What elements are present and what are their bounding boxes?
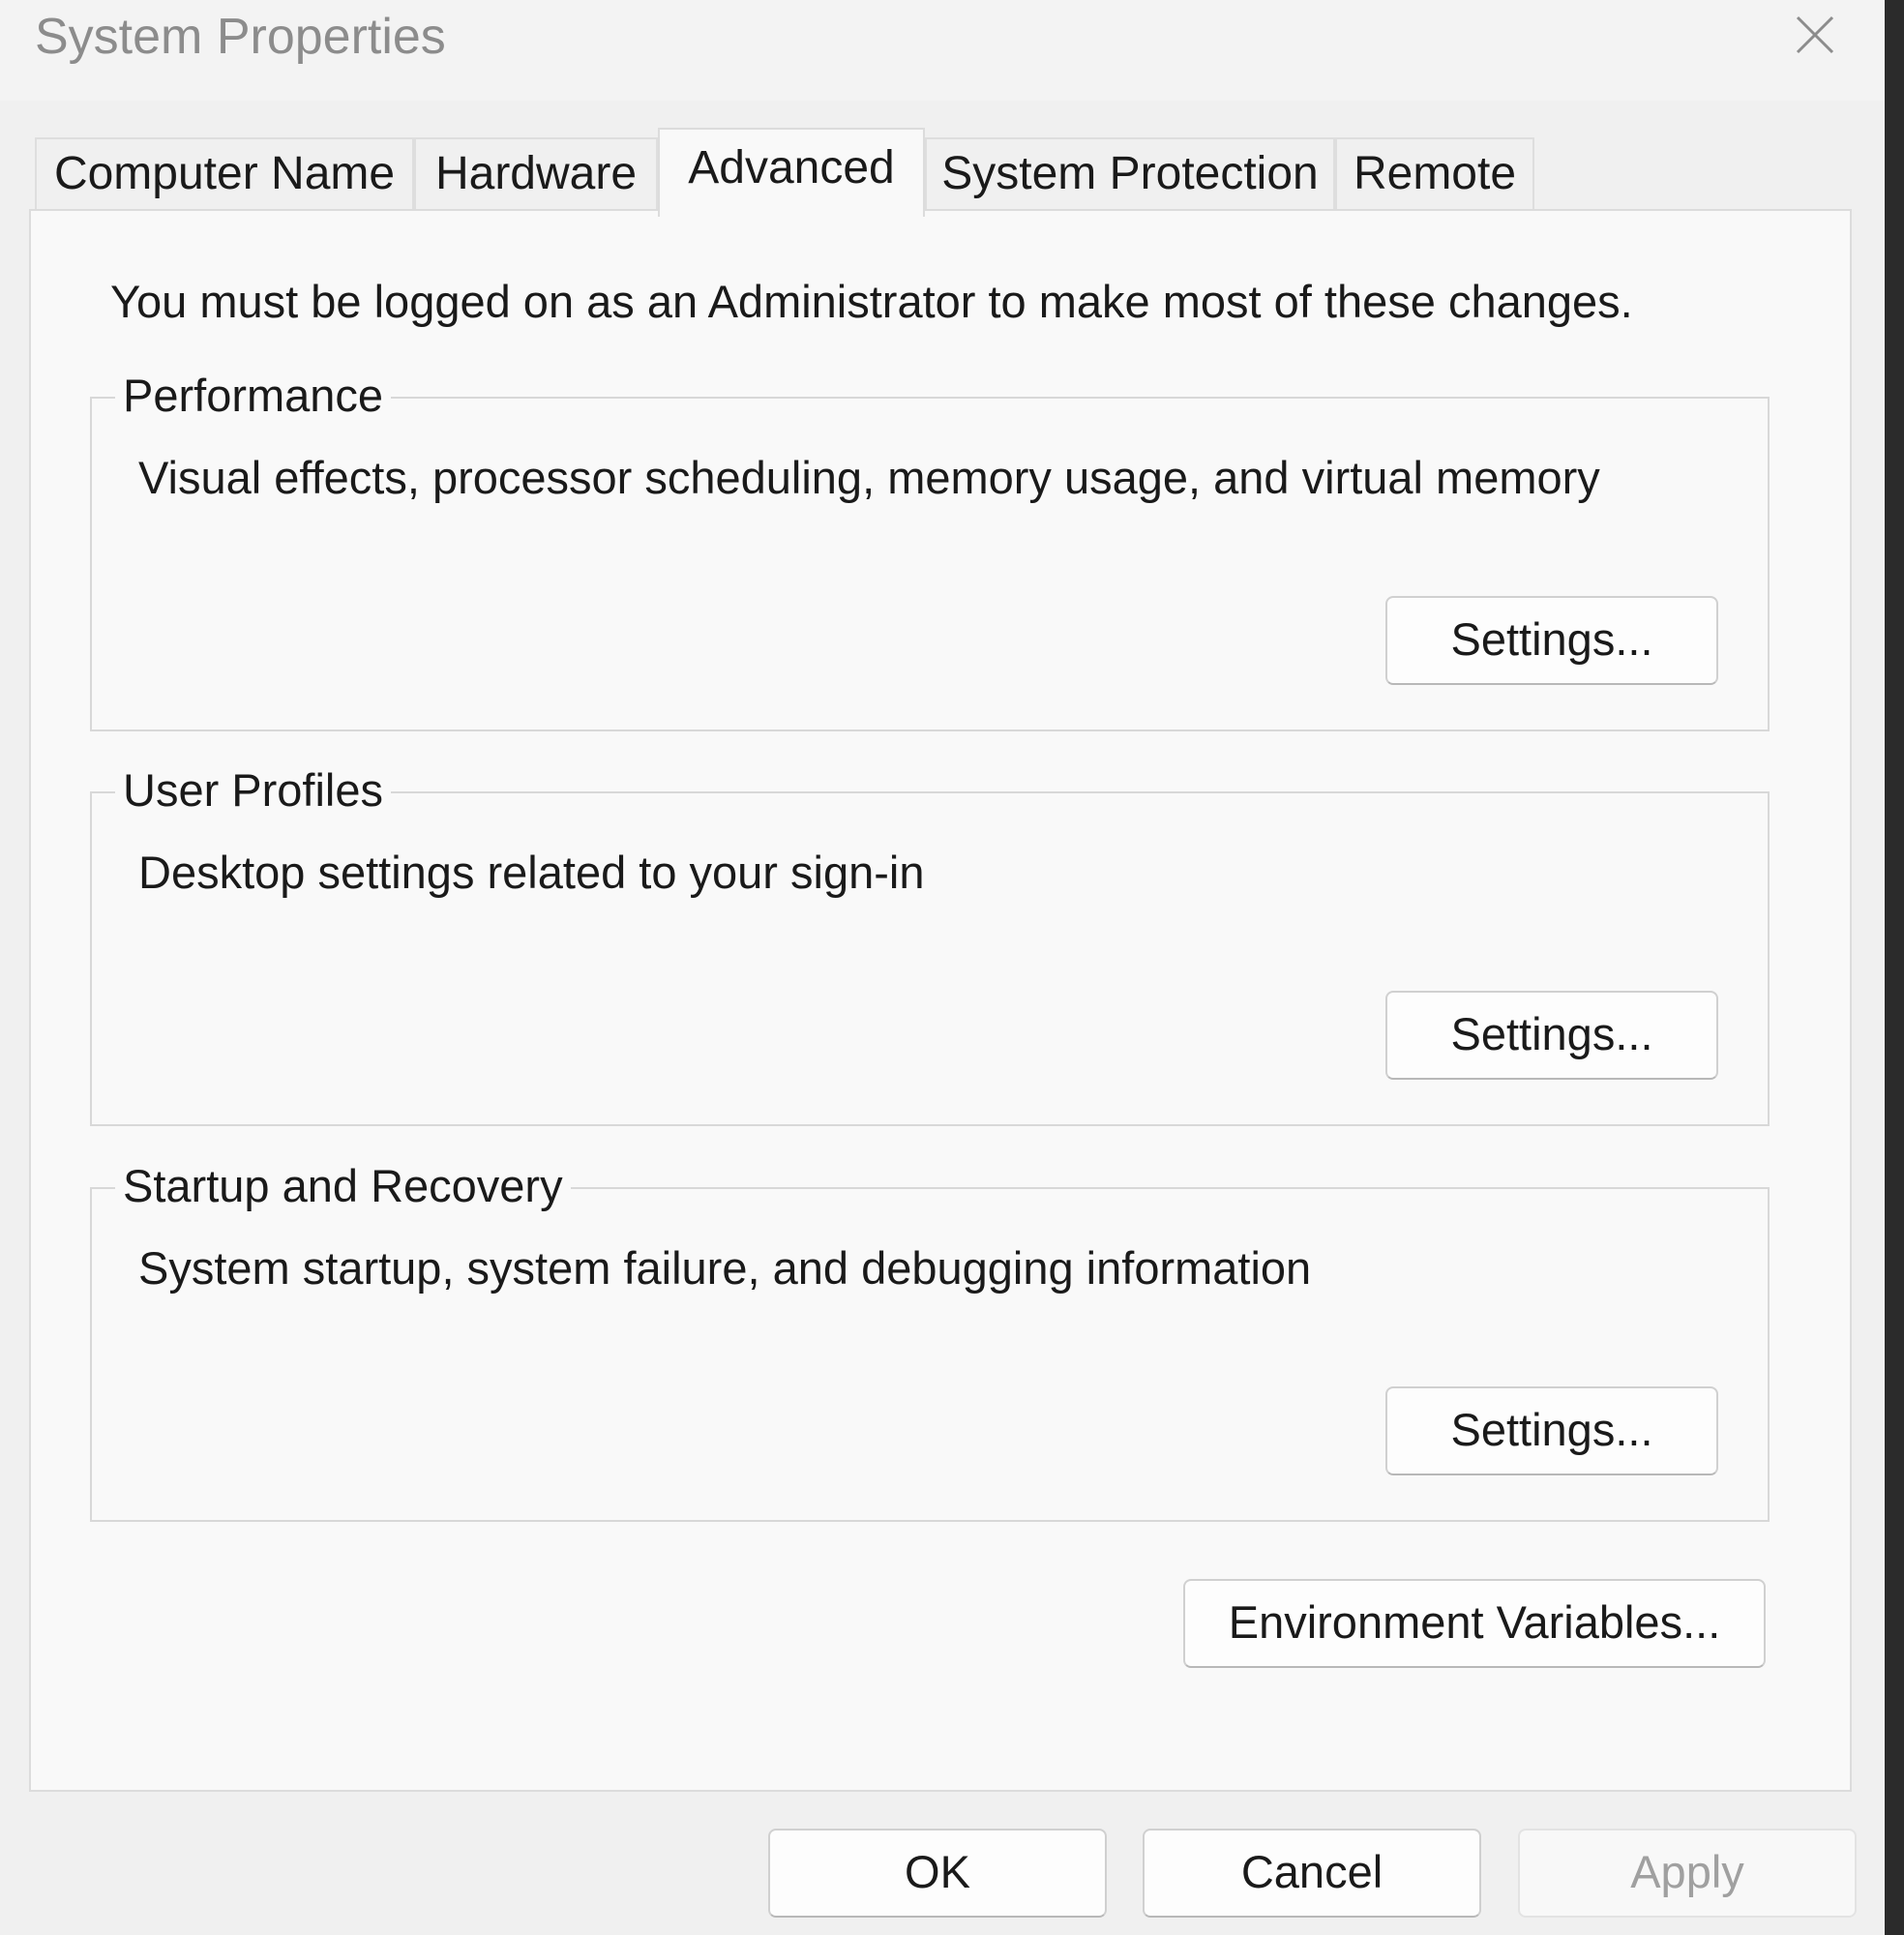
window-edge <box>1885 0 1904 1935</box>
system-properties-dialog: System Properties Computer Name Hardware… <box>0 0 1885 1935</box>
close-icon <box>1796 15 1834 54</box>
admin-notice: You must be logged on as an Administrato… <box>110 276 1633 327</box>
startup-recovery-group: Startup and Recovery System startup, sys… <box>90 1156 1770 1522</box>
cancel-button[interactable]: Cancel <box>1143 1829 1481 1918</box>
performance-group-title: Performance <box>115 366 392 426</box>
tab-remote[interactable]: Remote <box>1335 137 1534 211</box>
apply-button: Apply <box>1518 1829 1857 1918</box>
tab-computer-name[interactable]: Computer Name <box>35 137 414 211</box>
tab-hardware[interactable]: Hardware <box>414 137 658 211</box>
tab-system-protection[interactable]: System Protection <box>925 137 1335 211</box>
ok-button[interactable]: OK <box>768 1829 1107 1918</box>
tab-advanced[interactable]: Advanced <box>658 128 925 217</box>
user-profiles-group-title: User Profiles <box>115 760 392 820</box>
performance-description: Visual effects, processor scheduling, me… <box>138 452 1600 503</box>
environment-variables-button[interactable]: Environment Variables... <box>1183 1579 1766 1668</box>
title-bar: System Properties <box>0 0 1885 101</box>
window-title: System Properties <box>35 9 446 65</box>
performance-group: Performance Visual effects, processor sc… <box>90 366 1770 731</box>
startup-recovery-settings-button[interactable]: Settings... <box>1385 1386 1718 1475</box>
user-profiles-settings-button[interactable]: Settings... <box>1385 991 1718 1080</box>
user-profiles-description: Desktop settings related to your sign-in <box>138 847 925 898</box>
user-profiles-group: User Profiles Desktop settings related t… <box>90 760 1770 1126</box>
startup-recovery-group-title: Startup and Recovery <box>115 1156 571 1216</box>
performance-settings-button[interactable]: Settings... <box>1385 596 1718 685</box>
close-button[interactable] <box>1772 0 1858 70</box>
startup-recovery-description: System startup, system failure, and debu… <box>138 1242 1312 1294</box>
